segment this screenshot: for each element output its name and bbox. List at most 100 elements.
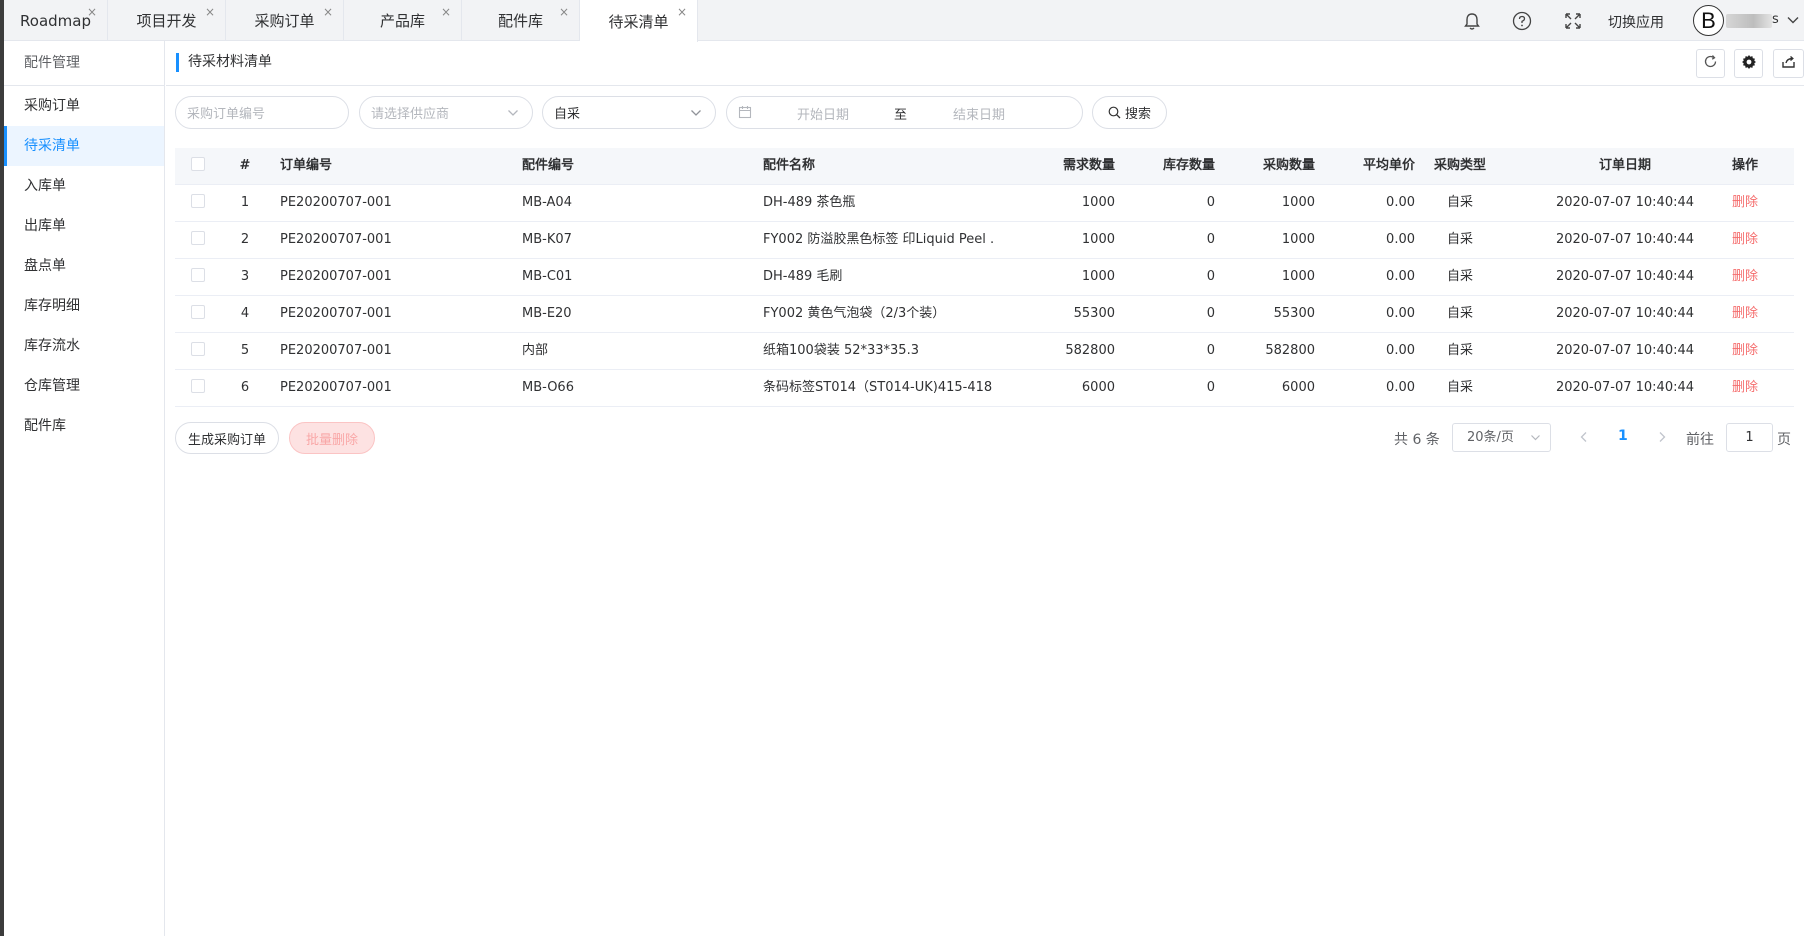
end-date-input[interactable]: 结束日期: [953, 104, 1005, 123]
sidebar-item-parts-library[interactable]: 配件库: [4, 406, 164, 446]
chevron-down-icon: [1530, 432, 1541, 443]
bell-icon[interactable]: [1461, 10, 1483, 32]
row-index: 6: [240, 380, 250, 395]
row-stock-qty: 0: [1206, 380, 1215, 395]
row-delete-link[interactable]: 删除: [1725, 370, 1765, 406]
row-avg-price: 0.00: [1386, 195, 1415, 210]
page-size-select[interactable]: 20条/页: [1452, 423, 1551, 452]
tab-parts-library[interactable]: 配件库 ×: [462, 0, 580, 41]
row-order-date: 2020-07-07 10:40:44: [1555, 380, 1695, 395]
row-part-no: MB-E20: [522, 306, 572, 321]
refresh-button[interactable]: [1696, 49, 1725, 78]
close-icon[interactable]: ×: [441, 6, 451, 18]
generate-order-button[interactable]: 生成采购订单: [175, 422, 279, 454]
row-part-no: MB-K07: [522, 232, 572, 247]
prev-page-icon[interactable]: [1578, 431, 1590, 443]
row-delete-link[interactable]: 删除: [1725, 259, 1765, 295]
tab-label: 产品库: [379, 12, 425, 30]
order-no-placeholder: 采购订单编号: [187, 107, 266, 122]
close-icon[interactable]: ×: [205, 6, 215, 18]
close-icon[interactable]: ×: [559, 6, 569, 18]
row-delete-link[interactable]: 删除: [1725, 296, 1765, 332]
batch-delete-button[interactable]: 批量删除: [289, 422, 375, 454]
help-icon[interactable]: [1511, 10, 1533, 32]
row-purchase-type: 自采: [1446, 343, 1473, 358]
export-button[interactable]: [1773, 49, 1804, 78]
row-part-no: MB-C01: [522, 269, 573, 284]
next-page-icon[interactable]: [1656, 431, 1668, 443]
goto-page-input[interactable]: 1: [1726, 423, 1773, 452]
sidebar-item-stocktake[interactable]: 盘点单: [4, 246, 164, 286]
close-icon[interactable]: ×: [323, 6, 333, 18]
settings-button[interactable]: [1734, 49, 1763, 78]
row-part-name: 纸箱100袋装 52*33*35.3: [763, 343, 919, 358]
table-header-row: # 订单编号 配件编号 配件名称 需求数量 库存数量 采购数量 平均单价 采购类…: [175, 148, 1794, 185]
row-stock-qty: 0: [1206, 306, 1215, 321]
select-all-checkbox[interactable]: [185, 148, 211, 184]
row-order-no: PE20200707-001: [280, 232, 392, 247]
row-checkbox[interactable]: [185, 222, 211, 258]
close-icon[interactable]: ×: [87, 6, 97, 18]
page-size-value: 20条/页: [1467, 430, 1514, 445]
row-checkbox[interactable]: [185, 259, 211, 295]
sidebar-item-outbound[interactable]: 出库单: [4, 206, 164, 246]
fullscreen-icon[interactable]: [1562, 10, 1584, 32]
row-purchase-type: 自采: [1446, 232, 1473, 247]
start-date-input[interactable]: 开始日期: [797, 104, 849, 123]
search-button[interactable]: 搜索: [1092, 96, 1167, 129]
row-checkbox[interactable]: [185, 185, 211, 221]
table-row: 4 PE20200707-001 MB-E20 FY002 黄色气泡袋（2/3个…: [175, 296, 1794, 333]
chevron-down-icon[interactable]: [1786, 13, 1800, 31]
row-purchase-qty: 582800: [1265, 343, 1315, 358]
row-purchase-qty: 1000: [1281, 232, 1315, 247]
row-part-no: MB-A04: [522, 195, 572, 210]
row-purchase-type: 自采: [1446, 195, 1473, 210]
supplier-select[interactable]: 请选择供应商: [359, 96, 533, 129]
tab-purchase-order[interactable]: 采购订单 ×: [226, 0, 344, 41]
close-icon[interactable]: ×: [677, 6, 687, 18]
tab-label: 待采清单: [608, 12, 669, 31]
col-action: 操作: [1731, 158, 1758, 173]
row-stock-qty: 0: [1206, 343, 1215, 358]
row-avg-price: 0.00: [1386, 306, 1415, 321]
tab-pending-purchase[interactable]: 待采清单 ×: [580, 0, 698, 42]
row-delete-link[interactable]: 删除: [1725, 333, 1765, 369]
sidebar-item-stock-flow[interactable]: 库存流水: [4, 326, 164, 366]
top-bar: Roadmap × 项目开发 × 采购订单 × 产品库 × 配件库 × 待采清单…: [4, 0, 1804, 42]
search-icon: [1108, 106, 1121, 119]
row-index: 2: [240, 232, 250, 247]
row-index: 4: [240, 306, 250, 321]
row-avg-price: 0.00: [1386, 232, 1415, 247]
row-checkbox[interactable]: [185, 333, 211, 369]
row-demand-qty: 1000: [1081, 195, 1115, 210]
order-no-input[interactable]: 采购订单编号: [175, 96, 349, 129]
table-row: 3 PE20200707-001 MB-C01 DH-489 毛刷 1000 0…: [175, 259, 1794, 296]
row-index: 5: [240, 343, 250, 358]
sidebar-item-stock-detail[interactable]: 库存明细: [4, 286, 164, 326]
sidebar-item-inbound[interactable]: 入库单: [4, 166, 164, 206]
current-page-number[interactable]: 1: [1618, 428, 1628, 444]
row-stock-qty: 0: [1206, 232, 1215, 247]
sidebar-item-warehouse[interactable]: 仓库管理: [4, 366, 164, 406]
main-content: 待采材料清单 采购订单编号 请选择供应商 自采 开始日期 至 结束日期 搜索 #…: [166, 41, 1804, 936]
date-range-separator: 至: [894, 108, 908, 123]
row-delete-link[interactable]: 删除: [1725, 222, 1765, 258]
tab-project-dev[interactable]: 项目开发 ×: [108, 0, 226, 41]
tab-roadmap[interactable]: Roadmap ×: [4, 0, 108, 41]
avatar[interactable]: B: [1693, 5, 1724, 36]
date-range-picker[interactable]: 开始日期 至 结束日期: [726, 96, 1083, 129]
row-checkbox[interactable]: [185, 296, 211, 332]
search-button-label: 搜索: [1124, 107, 1151, 122]
sidebar-item-pending-list[interactable]: 待采清单: [4, 126, 164, 166]
row-delete-link[interactable]: 删除: [1725, 185, 1765, 221]
table-row: 1 PE20200707-001 MB-A04 DH-489 茶色瓶 1000 …: [175, 185, 1794, 222]
sidebar-item-purchase-order[interactable]: 采购订单: [4, 86, 164, 126]
row-order-date: 2020-07-07 10:40:44: [1555, 269, 1695, 284]
pending-parts-table: # 订单编号 配件编号 配件名称 需求数量 库存数量 采购数量 平均单价 采购类…: [175, 148, 1794, 407]
row-purchase-type: 自采: [1446, 269, 1473, 284]
tab-product-library[interactable]: 产品库 ×: [344, 0, 462, 41]
row-checkbox[interactable]: [185, 370, 211, 406]
row-demand-qty: 55300: [1073, 306, 1115, 321]
purchase-type-select[interactable]: 自采: [542, 96, 716, 129]
switch-app-link[interactable]: 切换应用: [1608, 12, 1664, 32]
